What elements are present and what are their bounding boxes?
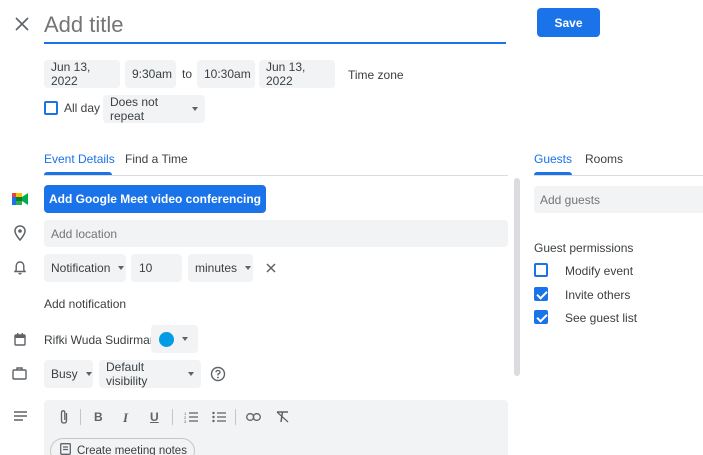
guest-permissions-title: Guest permissions: [534, 241, 634, 255]
busy-label: Busy: [51, 367, 78, 381]
add-guests-input[interactable]: [534, 186, 703, 213]
save-button[interactable]: Save: [537, 8, 600, 37]
location-input[interactable]: [44, 220, 508, 247]
add-google-meet-button[interactable]: Add Google Meet video conferencing: [44, 185, 266, 213]
italic-icon[interactable]: I: [123, 410, 128, 426]
chevron-down-icon: [182, 337, 188, 341]
chevron-down-icon: [245, 266, 252, 270]
calendar-icon: [14, 333, 26, 346]
tab-guests[interactable]: Guests: [534, 152, 572, 166]
chevron-down-icon: [192, 107, 198, 111]
briefcase-icon: [12, 367, 27, 380]
remove-formatting-icon[interactable]: [276, 411, 289, 423]
visibility-label: Default visibility: [106, 360, 148, 388]
remove-notification-icon[interactable]: [266, 263, 276, 273]
underline-icon[interactable]: U: [150, 410, 159, 424]
chevron-down-icon: [85, 372, 92, 376]
notification-type-dropdown[interactable]: Notification: [44, 254, 126, 282]
bulleted-list-icon[interactable]: [212, 411, 226, 423]
description-icon: [14, 411, 27, 421]
all-day-checkbox[interactable]: [44, 101, 58, 115]
toolbar-separator: [80, 409, 81, 425]
chevron-down-icon: [188, 372, 194, 376]
invite-others-label: Invite others: [565, 288, 631, 302]
notification-type-label: Notification: [51, 261, 111, 275]
toolbar-separator: [172, 409, 173, 425]
toolbar-separator: [235, 409, 236, 425]
add-notification-link[interactable]: Add notification: [44, 297, 126, 311]
tab-rooms[interactable]: Rooms: [585, 152, 623, 166]
visibility-dropdown[interactable]: Default visibility: [99, 360, 201, 388]
notification-unit-dropdown[interactable]: minutes: [188, 254, 253, 282]
calendar-color-swatch: [159, 331, 174, 347]
to-label: to: [182, 67, 193, 81]
end-time-chip[interactable]: 10:30am: [197, 60, 255, 88]
help-icon[interactable]: [210, 366, 226, 382]
numbered-list-icon[interactable]: 123: [184, 411, 198, 423]
google-meet-icon: [12, 192, 28, 206]
notification-value-input[interactable]: 10: [131, 254, 182, 282]
location-pin-icon: [14, 225, 26, 241]
tab-event-details[interactable]: Event Details: [44, 152, 115, 166]
start-date-chip[interactable]: Jun 13, 2022: [44, 60, 120, 88]
repeat-dropdown[interactable]: Does not repeat: [103, 95, 205, 123]
create-meeting-notes-button[interactable]: Create meeting notes: [50, 438, 195, 455]
calendar-color-dropdown[interactable]: [151, 325, 198, 353]
repeat-label: Does not repeat: [110, 95, 159, 123]
title-input[interactable]: [44, 8, 506, 44]
bold-icon[interactable]: B: [94, 410, 103, 424]
svg-text:3: 3: [184, 419, 187, 423]
tab-find-a-time[interactable]: Find a Time: [125, 152, 188, 166]
modify-event-checkbox[interactable]: [534, 263, 548, 277]
end-date-chip[interactable]: Jun 13, 2022: [259, 60, 335, 88]
tabs-divider: [44, 175, 508, 176]
see-guest-list-label: See guest list: [565, 311, 638, 325]
link-icon[interactable]: [246, 413, 261, 421]
chevron-down-icon: [118, 266, 125, 270]
bell-icon: [14, 261, 26, 275]
modify-event-label: Modify event: [565, 264, 634, 278]
notification-unit-label: minutes: [195, 261, 238, 275]
close-icon[interactable]: [15, 17, 29, 31]
calendar-owner-name: Rifki Wuda Sudirman: [44, 333, 157, 347]
invite-others-checkbox[interactable]: [534, 287, 548, 301]
create-meeting-notes-label: Create meeting notes: [77, 445, 187, 455]
busy-dropdown[interactable]: Busy: [44, 360, 93, 388]
right-tabs-divider: [534, 175, 703, 176]
notes-icon: [60, 442, 71, 455]
attachment-icon[interactable]: [59, 409, 69, 425]
scrollbar-thumb[interactable]: [514, 178, 520, 376]
start-time-chip[interactable]: 9:30am: [125, 60, 176, 88]
see-guest-list-checkbox[interactable]: [534, 310, 548, 324]
timezone-link[interactable]: Time zone: [348, 68, 404, 82]
all-day-label: All day: [64, 101, 101, 115]
